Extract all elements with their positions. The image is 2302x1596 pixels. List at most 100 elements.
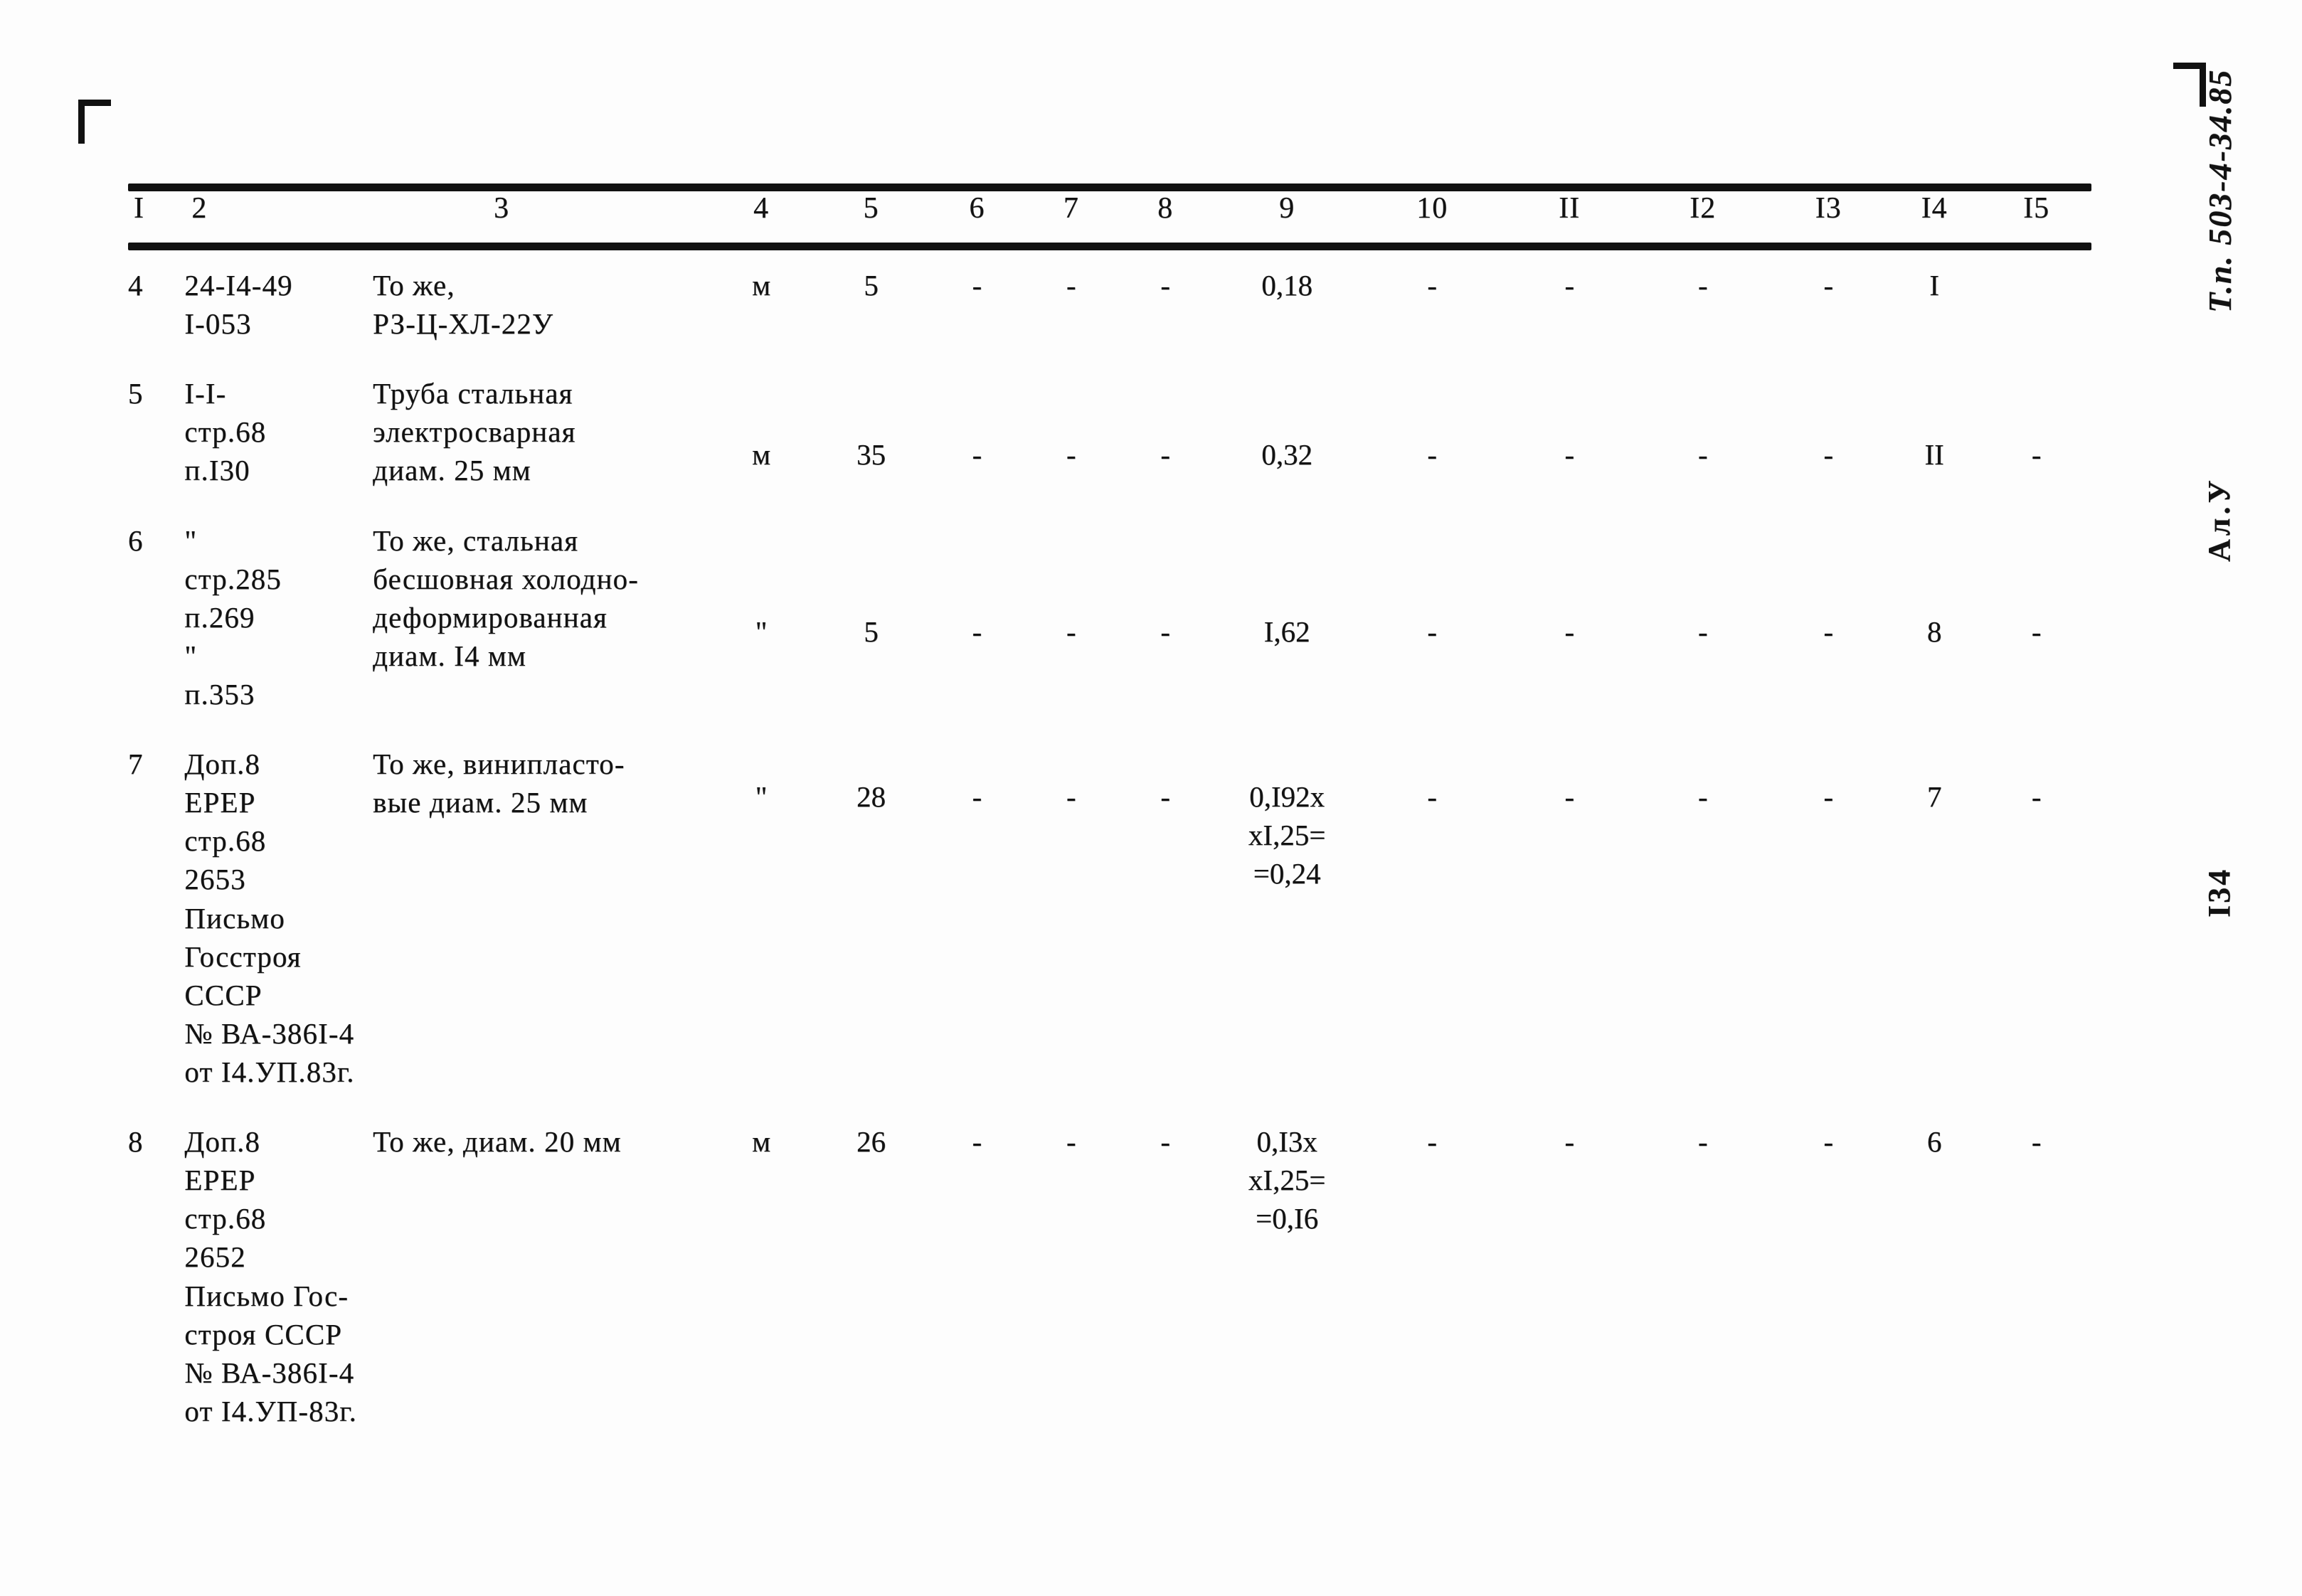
row-col12: -: [1697, 780, 1708, 814]
header-cell-4: 4: [753, 192, 770, 225]
row-col15: -: [2031, 1125, 2042, 1159]
row-col14: 8: [1926, 615, 1942, 648]
row-col9: 0,18: [1261, 269, 1313, 302]
row-col15: -: [2031, 615, 2042, 648]
row-col13: -: [1823, 269, 1834, 302]
row-reference: Доп.8 ЕРЕР стр.68 2653 Письмо Госстроя С…: [184, 748, 355, 1088]
row-unit: м: [752, 438, 771, 472]
row-col9: 0,I92х хI,25= =0,24: [1248, 780, 1326, 890]
row-col9: I,62: [1263, 615, 1310, 648]
row-col8: -: [1160, 269, 1171, 302]
right-margin-labels: Т.п. 503-4-34.85 Ал.У I34: [2170, 0, 2276, 1596]
row-position: 8: [128, 1125, 143, 1159]
header-cell-14: I4: [1921, 192, 1948, 225]
row-col15: -: [2031, 438, 2042, 472]
row-col15: [1981, 266, 2091, 343]
header-cell-2: 2: [191, 192, 208, 225]
document-code-label: Т.п. 503-4-34.85: [2202, 68, 2238, 313]
row-col15: -: [2031, 780, 2042, 814]
header-cell-10: 10: [1416, 192, 1448, 225]
header-cell-12: I2: [1690, 192, 1717, 225]
header-cell-5: 5: [863, 192, 879, 225]
header-cell-8: 8: [1157, 192, 1174, 225]
header-cell-7: 7: [1063, 192, 1079, 225]
row-spacer: [128, 490, 2091, 521]
registration-mark-top-left: [78, 100, 111, 144]
row-col5: 28: [856, 780, 886, 814]
row-col12: -: [1697, 1125, 1708, 1159]
row-spacer: [128, 343, 2091, 374]
header-cell-1: I: [134, 192, 144, 225]
row-col10: -: [1427, 615, 1438, 648]
row-unit: ": [755, 780, 768, 814]
header-cell-11: II: [1559, 192, 1581, 225]
header-cell-15: I5: [2023, 192, 2050, 225]
row-col13: -: [1823, 1125, 1834, 1159]
row-spacer: [128, 1091, 2091, 1122]
row-col6: -: [972, 780, 982, 814]
header-cell-3: 3: [494, 192, 510, 225]
table-rule-bottom: [128, 243, 2091, 250]
row-reference: " стр.285 п.269 " п.353: [184, 523, 282, 711]
row-unit: ": [755, 615, 768, 648]
row-col7: -: [1066, 269, 1076, 302]
page-number-label: I34: [2202, 867, 2237, 917]
row-col5: 26: [856, 1125, 886, 1159]
row-position: 5: [128, 377, 143, 410]
row-col11: -: [1564, 269, 1575, 302]
row-col6: -: [972, 1125, 982, 1159]
row-col13: -: [1823, 780, 1834, 814]
row-unit: м: [752, 1125, 771, 1159]
row-reference: 24-I4-49 I-053: [184, 269, 293, 341]
row-col13: -: [1823, 615, 1834, 648]
row-name: То же, винипласто- вые диам. 25 мм: [373, 748, 625, 819]
row-col8: -: [1160, 438, 1171, 472]
row-col14: I: [1929, 269, 1940, 302]
row-col9: 0,32: [1261, 438, 1313, 472]
table-row: 4 24-I4-49 I-053 То же, РЗ-Ц-ХЛ-22У м 5 …: [128, 266, 2091, 343]
row-col7: -: [1066, 615, 1076, 648]
row-col14: 6: [1926, 1125, 1942, 1159]
row-col8: -: [1160, 615, 1171, 648]
row-col9: 0,I3х хI,25= =0,I6: [1248, 1125, 1326, 1235]
row-col7: -: [1066, 1125, 1076, 1159]
row-col7: -: [1066, 780, 1076, 814]
row-position: 6: [128, 523, 143, 557]
row-name: Труба стальная электросварная диам. 25 м…: [373, 377, 576, 487]
table-row: 7 Доп.8 ЕРЕР стр.68 2653 Письмо Госстроя…: [128, 745, 2091, 1091]
header-cell-9: 9: [1279, 192, 1295, 225]
row-col6: -: [972, 615, 982, 648]
row-position: 7: [128, 748, 143, 781]
table-header-row: I 2 3 4 5 6 7 8 9 10 II I2 I3 I4 I5: [128, 191, 2091, 243]
row-col8: -: [1160, 1125, 1171, 1159]
row-col11: -: [1564, 1125, 1575, 1159]
row-col6: -: [972, 438, 982, 472]
row-name: То же, РЗ-Ц-ХЛ-22У: [373, 269, 554, 341]
row-col14: II: [1924, 438, 1944, 472]
header-cell-13: I3: [1815, 192, 1842, 225]
row-unit: м: [752, 269, 771, 302]
row-col11: -: [1564, 438, 1575, 472]
table-body: 4 24-I4-49 I-053 То же, РЗ-Ц-ХЛ-22У м 5 …: [128, 266, 2091, 1430]
row-col12: -: [1697, 615, 1708, 648]
row-col6: -: [972, 269, 982, 302]
row-col5: 35: [856, 438, 886, 472]
row-col10: -: [1427, 438, 1438, 472]
row-col11: -: [1564, 615, 1575, 648]
header-cell-6: 6: [969, 192, 985, 225]
row-col13: -: [1823, 438, 1834, 472]
table-row: 6 " стр.285 п.269 " п.353 То же, стальна…: [128, 521, 2091, 714]
row-col7: -: [1066, 438, 1076, 472]
row-col10: -: [1427, 780, 1438, 814]
row-col11: -: [1564, 780, 1575, 814]
row-col12: -: [1697, 438, 1708, 472]
row-col5: 5: [864, 269, 879, 302]
row-col14: 7: [1926, 780, 1942, 814]
row-col10: -: [1427, 1125, 1438, 1159]
specification-table: I 2 3 4 5 6 7 8 9 10 II I2 I3 I4 I5 4 24…: [128, 183, 2091, 1430]
table-rule-top: [128, 183, 2091, 191]
table-grid: I 2 3 4 5 6 7 8 9 10 II I2 I3 I4 I5: [128, 191, 2091, 243]
table-row: 5 I-I- стр.68 п.I30 Труба стальная элект…: [128, 374, 2091, 489]
row-spacer: [128, 713, 2091, 745]
row-col12: -: [1697, 269, 1708, 302]
